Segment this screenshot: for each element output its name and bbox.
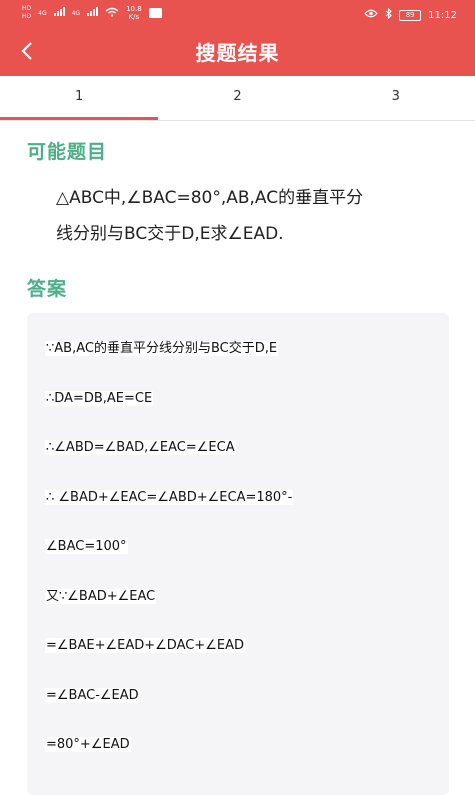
tab-1[interactable]: 1: [0, 76, 159, 120]
hd-label-bottom: HD: [22, 13, 32, 20]
answer-line: 又∵∠BAD+∠EAC: [45, 588, 449, 639]
bluetooth-icon: [385, 7, 392, 22]
status-time: 11:12: [428, 9, 457, 21]
answer-line: ∴ ∠BAD+∠EAC=∠ABD+∠ECA=180°-: [45, 489, 449, 540]
answer-line-text: =∠BAE+∠EAD+∠DAC+∠EAD: [45, 638, 245, 653]
answer-line-text: ∴∠ABD=∠BAD,∠EAC=∠ECA: [45, 440, 236, 455]
status-left: HD HD 4G 4G 10.8 K/s: [22, 5, 162, 21]
answer-line: =∠BAC-∠EAD: [45, 687, 449, 738]
question-line: 线分别与BC交于D,E求∠EAD.: [56, 224, 284, 244]
network-speed: 10.8 K/s: [126, 5, 142, 21]
battery-icon: 89: [399, 9, 422, 21]
answer-line: ∴∠ABD=∠BAD,∠EAC=∠ECA: [45, 440, 449, 490]
network-speed-unit: K/s: [128, 13, 140, 21]
answer-line-text: ∵AB,AC的垂直平分线分别与BC交于D,E: [45, 341, 279, 356]
answer-line-text: ∴ ∠BAD+∠EAC=∠ABD+∠ECA=180°-: [45, 489, 294, 505]
wifi-icon: [105, 7, 119, 20]
signal-icon-1: [53, 7, 65, 19]
page-title: 搜题结果: [195, 41, 280, 65]
answer-line-text: =∠BAC-∠EAD: [45, 687, 140, 703]
answer-line-text: 又∵∠BAD+∠EAC: [45, 588, 157, 604]
answer-line: ∠BAC=100°: [45, 539, 449, 589]
status-right: 89 11:12: [364, 7, 457, 22]
answer-line: =80°+∠EAD: [45, 737, 449, 787]
hd-label-top: HD: [22, 5, 32, 12]
answer-card: ∵AB,AC的垂直平分线分别与BC交于D,E ∴DA=DB,AE=CE ∴∠AB…: [27, 313, 449, 795]
answer-line: ∵AB,AC的垂直平分线分别与BC交于D,E: [45, 341, 449, 391]
hd-indicator: HD HD: [22, 5, 31, 21]
tab-2[interactable]: 2: [158, 76, 316, 120]
answer-line-text: ∴DA=DB,AE=CE: [45, 390, 154, 406]
answer-line-text: ∠BAC=100°: [45, 539, 128, 554]
notification-icon: [148, 8, 162, 18]
answer-line: ∴DA=DB,AE=CE: [45, 390, 449, 441]
answer-section-title: 答案: [27, 278, 68, 300]
signal-icon-2: [87, 7, 99, 19]
network-speed-value: 10.8: [126, 5, 142, 13]
answer-line: =∠BAE+∠EAD+∠DAC+∠EAD: [45, 638, 449, 688]
question-section-title: 可能题目: [27, 141, 108, 163]
question-text: △ABC中,∠BAC=80°,AB,AC的垂直平分 线分别与BC交于D,E求∠E…: [56, 180, 426, 252]
app-header: 搜题结果: [0, 30, 475, 76]
status-bar: HD HD 4G 4G 10.8 K/s 89 11:12: [0, 0, 475, 30]
eye-icon: [364, 9, 378, 21]
tab-bar: 1 2 3: [0, 76, 475, 120]
question-line: △ABC中,∠BAC=80°,AB,AC的垂直平分: [56, 188, 364, 208]
answer-line-text: =80°+∠EAD: [45, 737, 131, 752]
tab-divider: [0, 120, 475, 121]
network-label-1: 4G: [38, 9, 47, 17]
network-label-2: 4G: [71, 9, 81, 17]
tab-3[interactable]: 3: [317, 76, 475, 120]
